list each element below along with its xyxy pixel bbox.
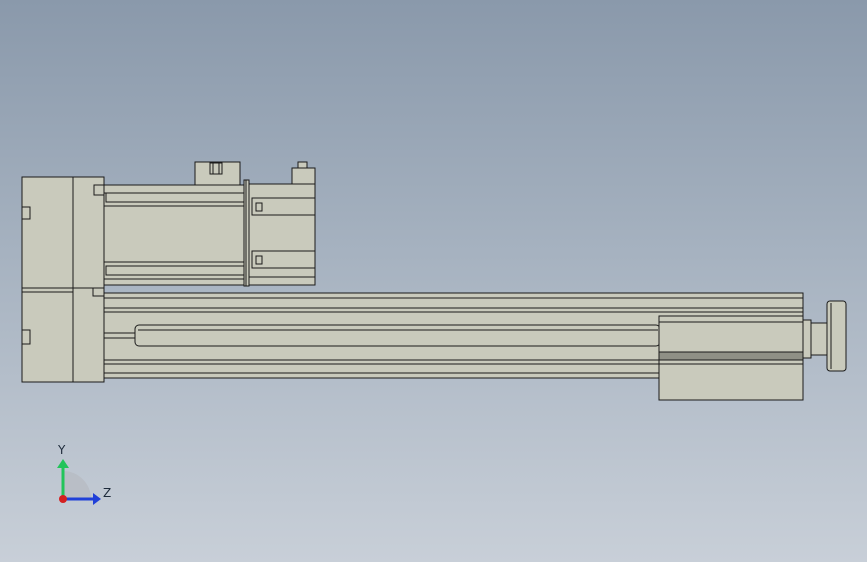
x-axis-origin-dot	[59, 495, 67, 503]
motor-adapter-block[interactable]	[21, 176, 105, 383]
motor-encoder-section[interactable]	[248, 161, 316, 286]
z-axis-arrowhead	[93, 493, 101, 505]
y-axis-label: Y	[58, 443, 66, 457]
y-axis-arrowhead	[57, 459, 69, 468]
piston-rod[interactable]	[134, 324, 661, 347]
triad-plane-shade	[63, 471, 91, 499]
z-axis-label: Z	[103, 486, 112, 500]
graphics-viewport[interactable]: Y Z	[0, 0, 867, 562]
motor-flange[interactable]	[243, 179, 250, 287]
motor-connector[interactable]	[194, 161, 241, 186]
rod-end-joint[interactable]	[802, 300, 847, 372]
servo-motor-body[interactable]	[103, 184, 247, 286]
slider-carriage[interactable]	[658, 315, 804, 401]
coordinate-triad[interactable]	[57, 459, 101, 505]
cad-model-view[interactable]	[0, 0, 867, 562]
